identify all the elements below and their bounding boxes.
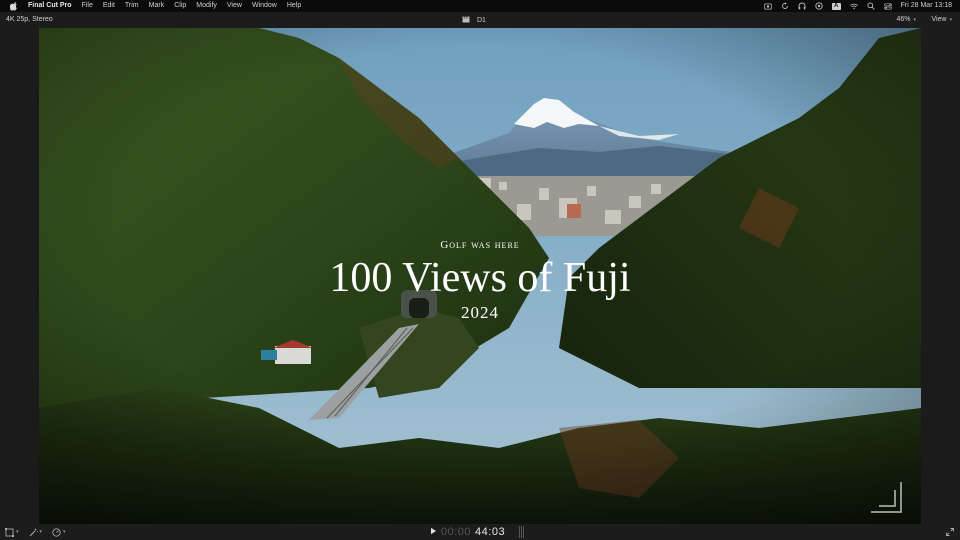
fullscreen-icon[interactable] [946,528,954,536]
title-card: Golf was here 100 Views of Fuji 2024 [39,238,921,324]
menu-trim[interactable]: Trim [125,0,139,12]
spotlight-search-icon[interactable] [867,2,875,10]
transport-controls: 00:00 44:03 [430,524,525,540]
title-year: 2024 [461,303,499,322]
view-label: View [931,16,947,23]
app-menu[interactable]: Final Cut Pro [28,0,72,12]
speed-tool-menu[interactable]: ▾ [52,527,66,537]
zoom-value: 46% [896,16,911,23]
timecode-leading: 00:00 [441,526,472,538]
timecode-display[interactable]: 44:03 [475,526,505,538]
menu-clip[interactable]: Clip [174,0,186,12]
chevron-down-icon: ▾ [949,17,952,23]
project-name: D1 [477,16,486,24]
format-info: 4K 25p, Stereo [6,16,53,23]
zoom-menu[interactable]: 46% ▾ [896,12,916,28]
corner-bracket-icon [871,482,902,513]
apple-menu-icon[interactable] [9,1,19,11]
timecode-grip-icon [519,526,525,538]
menu-help[interactable]: Help [287,0,301,12]
magic-wand-icon [29,528,38,536]
clapper-icon [462,15,470,25]
status-circle-icon[interactable] [814,2,823,10]
headphones-icon[interactable] [798,2,806,10]
menu-modify[interactable]: Modify [196,0,217,12]
play-button[interactable] [430,527,437,537]
viewer-header: 4K 25p, Stereo D1 46% ▾ View ▾ [0,12,960,28]
menubar-status-area: A Fri 28 Mar 13:18 [763,0,952,12]
menu-view[interactable]: View [227,0,242,12]
title-kicker: Golf was here [440,239,520,251]
project-title-group: D1 [462,12,486,28]
menu-edit[interactable]: Edit [103,0,115,12]
menu-window[interactable]: Window [252,0,277,12]
transform-icon [5,527,14,537]
macos-menubar: Final Cut Pro File Edit Trim Mark Clip M… [0,0,960,12]
menubar-clock[interactable]: Fri 28 Mar 13:18 [901,0,952,12]
chevron-down-icon: ▾ [39,529,43,535]
chevron-down-icon: ▾ [913,17,916,23]
sync-icon[interactable] [781,2,789,10]
enhance-tool-menu[interactable]: ▾ [29,528,43,537]
control-center-icon[interactable] [883,2,892,10]
input-source-icon[interactable]: A [831,2,841,10]
menu-mark[interactable]: Mark [149,0,165,12]
speedometer-icon [52,527,61,537]
chevron-down-icon: ▾ [16,529,19,535]
title-main: 100 Views of Fuji [329,255,631,301]
wifi-icon[interactable] [849,2,858,10]
play-icon [431,527,436,535]
transform-tool-menu[interactable]: ▾ [5,527,19,537]
viewer-bottom-bar: ▾ ▾ ▾ 00:00 44:03 [0,524,960,540]
viewer-tools: ▾ ▾ ▾ [5,524,66,540]
video-frame[interactable]: Golf was here 100 Views of Fuji 2024 [39,28,921,524]
menu-file[interactable]: File [82,0,93,12]
view-menu[interactable]: View ▾ [931,12,952,28]
screen-record-icon[interactable] [763,2,772,10]
chevron-down-icon: ▾ [63,529,66,535]
viewer: Golf was here 100 Views of Fuji 2024 [0,28,960,524]
